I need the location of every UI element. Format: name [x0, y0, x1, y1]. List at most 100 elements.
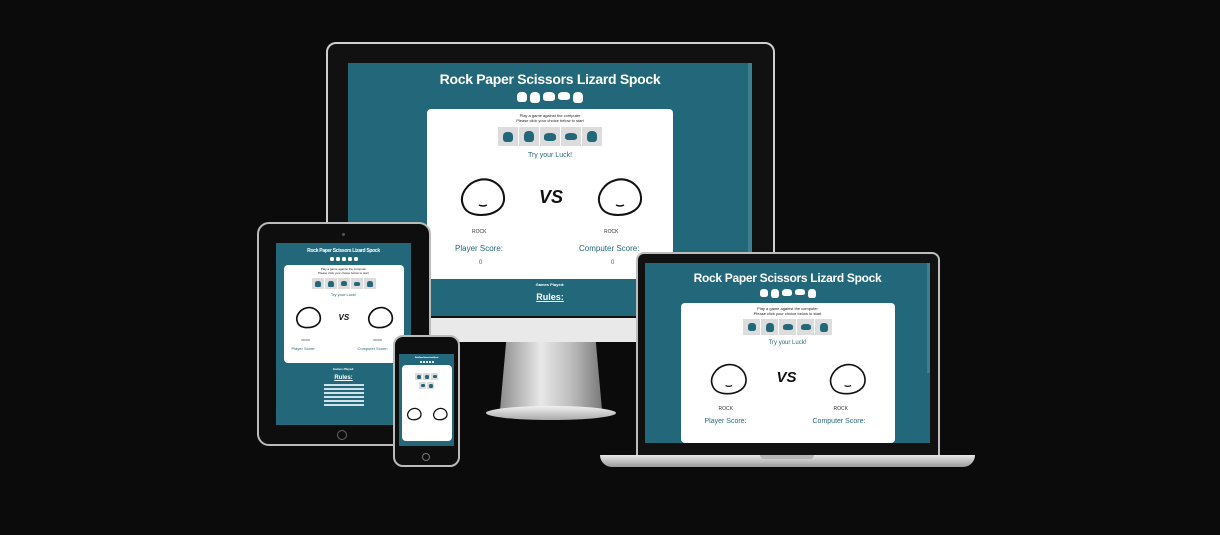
- intro-line-1: Play a game against the computer: [519, 113, 581, 118]
- rock-button[interactable]: [415, 373, 422, 380]
- rock-button-icon: [314, 280, 321, 287]
- spock-hand-icon: [807, 289, 816, 298]
- tablet-computer-score-label: Computer Score:: [357, 346, 388, 351]
- scissors-button[interactable]: [540, 127, 560, 146]
- vs-icon: VS: [539, 187, 564, 207]
- scissors-button[interactable]: [779, 319, 796, 335]
- paper-button[interactable]: [324, 278, 337, 289]
- paper-hand-icon: [770, 289, 779, 298]
- lizard-hand-icon: [558, 92, 570, 100]
- paper-button[interactable]: [761, 319, 778, 335]
- title-hands: [348, 92, 752, 103]
- spock-button[interactable]: [582, 127, 602, 146]
- laptop-title-hands: [645, 289, 930, 298]
- rock-hand-icon: [759, 289, 768, 297]
- player-rock-icon: [461, 178, 506, 217]
- scissors-hand-icon: [425, 361, 428, 363]
- player-choice-label: ROCK: [472, 229, 487, 235]
- paper-button-icon: [524, 131, 534, 142]
- phone-game-title: Rock Paper Scissors Lizard Spock: [414, 357, 439, 359]
- lizard-button-icon: [800, 324, 811, 330]
- spock-hand-icon: [431, 361, 434, 363]
- laptop-scrollbar[interactable]: [927, 263, 930, 373]
- computer-choice-label: ROCK: [604, 229, 619, 235]
- paper-button[interactable]: [423, 373, 430, 380]
- rock-button[interactable]: [743, 319, 760, 335]
- tablet-rules-heading: Rules:: [334, 375, 353, 381]
- laptop-try-luck-text: Try your Luck!: [768, 340, 807, 346]
- laptop-game-card: Play a game against the computer Please …: [680, 303, 895, 443]
- paper-button-icon: [327, 280, 334, 287]
- paper-hand-icon: [530, 92, 540, 103]
- game-title: Rock Paper Scissors Lizard Spock: [439, 71, 661, 87]
- paper-hand-icon: [422, 361, 425, 363]
- scissors-button-icon: [432, 375, 437, 378]
- phone-computer-rock-icon: [432, 407, 448, 421]
- tablet-vs-icon: VS: [338, 313, 350, 322]
- tablet-player-rock-icon: [295, 306, 321, 329]
- rock-button-icon: [503, 131, 513, 142]
- choice-buttons: [427, 127, 673, 146]
- rock-button[interactable]: [498, 127, 518, 146]
- lizard-button-icon: [420, 384, 425, 387]
- rock-button[interactable]: [311, 278, 324, 289]
- rock-button-icon: [416, 374, 421, 379]
- lizard-button[interactable]: [419, 382, 426, 389]
- phone-screen: Rock Paper Scissors Lizard Spock: [399, 354, 454, 446]
- laptop-vs-icon: VS: [776, 369, 797, 386]
- scissors-hand-icon: [341, 257, 346, 261]
- scissors-button[interactable]: [431, 373, 438, 380]
- laptop-computer-score-label: Computer Score:: [812, 418, 866, 425]
- phone-choice-buttons-row2: [402, 382, 452, 389]
- laptop-player-rock-icon: [710, 363, 747, 395]
- spock-button[interactable]: [815, 319, 832, 335]
- tablet-game-card: Play a game against the computer Please …: [283, 265, 404, 363]
- scissors-button[interactable]: [337, 278, 350, 289]
- try-luck-text: Try your Luck!: [527, 152, 573, 159]
- laptop-player-score-label: Player Score:: [704, 418, 747, 425]
- laptop-screen: Rock Paper Scissors Lizard Spock Play a …: [645, 263, 930, 443]
- lizard-button[interactable]: [797, 319, 814, 335]
- phone-choice-buttons-row1: [402, 365, 452, 380]
- tablet-home-button[interactable]: [337, 430, 347, 440]
- spock-button-icon: [587, 131, 597, 142]
- computer-rock-icon: [598, 178, 643, 217]
- tablet-games-played: Games Played:: [332, 367, 355, 371]
- rock-button-icon: [747, 323, 756, 331]
- tablet-title-hands: [276, 257, 411, 261]
- spock-button-icon: [366, 280, 373, 287]
- tablet-screen: Rock Paper Scissors Lizard Spock Play a …: [276, 243, 411, 425]
- spock-button-icon: [819, 322, 828, 332]
- paper-button[interactable]: [519, 127, 539, 146]
- lizard-button[interactable]: [561, 127, 581, 146]
- paper-button-icon: [424, 374, 429, 379]
- lizard-button[interactable]: [350, 278, 363, 289]
- game-card: Play a game against the computer Please …: [427, 109, 673, 279]
- tablet-player-choice: ROCK: [301, 338, 311, 342]
- paper-button-icon: [765, 322, 774, 332]
- laptop-computer-choice: ROCK: [833, 406, 848, 412]
- spock-button[interactable]: [363, 278, 376, 289]
- scissors-button-icon: [544, 132, 556, 141]
- scissors-hand-icon: [781, 289, 792, 296]
- paper-hand-icon: [335, 257, 340, 261]
- tablet-game-title: Rock Paper Scissors Lizard Spock: [307, 248, 380, 254]
- scissors-hand-icon: [543, 92, 555, 101]
- rock-hand-icon: [419, 361, 422, 363]
- tablet-player-score-label: Player Score:: [291, 346, 316, 351]
- tablet-choice-buttons: [284, 278, 404, 289]
- scissors-button-icon: [782, 324, 793, 330]
- tablet-intro-line-2: Please click your choice below to start: [318, 271, 369, 275]
- spock-button[interactable]: [427, 382, 434, 389]
- tablet-computer-choice: ROCK: [373, 338, 383, 342]
- intro-line-2: Please click your choice below to start: [516, 118, 584, 123]
- phone-home-button[interactable]: [422, 453, 430, 461]
- lizard-hand-icon: [347, 257, 352, 261]
- laptop-choice-buttons: [681, 319, 895, 335]
- laptop-intro-line-2: Please click your choice below to start: [753, 311, 822, 316]
- tablet-camera: [342, 233, 345, 236]
- desktop-stand-neck: [500, 342, 602, 410]
- tablet-try-luck-text: Try your Luck!: [330, 292, 357, 297]
- laptop-player-choice: ROCK: [718, 406, 733, 412]
- computer-score-value: 0: [611, 260, 615, 266]
